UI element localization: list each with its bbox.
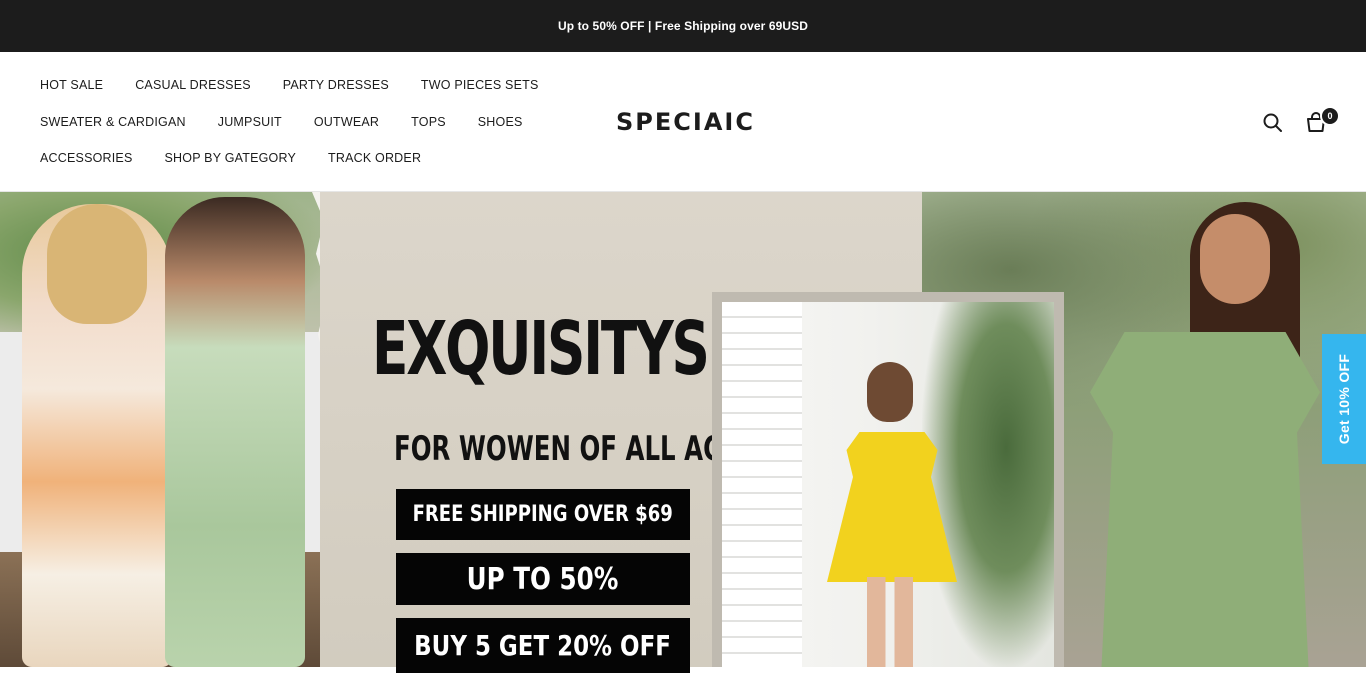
discount-side-tab-label: Get 10% OFF (1336, 353, 1352, 445)
search-icon[interactable] (1262, 112, 1284, 134)
hero-photo-yellow-dress (722, 302, 1054, 667)
promo-buy-5-get-20: BUY 5 GET 20% OFF (396, 618, 690, 673)
nav-row-3: ACCESSORIES SHOP BY GATEGORY TRACK ORDER (40, 151, 453, 166)
nav-link-sweater-cardigan[interactable]: SWEATER & CARDIGAN (40, 115, 186, 130)
nav-link-two-pieces-sets[interactable]: TWO PIECES SETS (421, 78, 539, 93)
nav-row-1: HOT SALE CASUAL DRESSES PARTY DRESSES TW… (40, 78, 571, 93)
announcement-bar: Up to 50% OFF | Free Shipping over 69USD (0, 0, 1366, 52)
nav-link-casual-dresses[interactable]: CASUAL DRESSES (135, 78, 251, 93)
nav-link-shop-by-category[interactable]: SHOP BY GATEGORY (165, 151, 296, 166)
site-header: HOT SALE CASUAL DRESSES PARTY DRESSES TW… (0, 52, 1366, 192)
hero-subline: FOR WOWEN OF ALL AGES (394, 429, 758, 469)
hero-headline: EXQUISITYS (372, 306, 710, 392)
nav-link-tops[interactable]: TOPS (411, 115, 446, 130)
nav-link-jumpsuit[interactable]: JUMPSUIT (218, 115, 282, 130)
nav-link-track-order[interactable]: TRACK ORDER (328, 151, 421, 166)
hero-photo-green-dress (1090, 202, 1320, 667)
announcement-text: Up to 50% OFF | Free Shipping over 69USD (557, 19, 809, 33)
promo-free-shipping: FREE SHIPPING OVER $69 (396, 489, 690, 540)
nav-link-hot-sale[interactable]: HOT SALE (40, 78, 103, 93)
nav-link-outwear[interactable]: OUTWEAR (314, 115, 379, 130)
cart-count-badge[interactable]: 0 (1320, 106, 1340, 126)
hero-photo-left (0, 192, 340, 667)
promo-up-to-50: UP TO 50% (396, 553, 690, 605)
nav-link-shoes[interactable]: SHOES (478, 115, 523, 130)
discount-side-tab[interactable]: Get 10% OFF (1322, 334, 1366, 464)
site-logo[interactable]: SPECIAIC (616, 108, 755, 136)
nav-link-accessories[interactable]: ACCESSORIES (40, 151, 133, 166)
nav-row-2: SWEATER & CARDIGAN JUMPSUIT OUTWEAR TOPS… (40, 115, 555, 130)
nav-link-party-dresses[interactable]: PARTY DRESSES (283, 78, 389, 93)
